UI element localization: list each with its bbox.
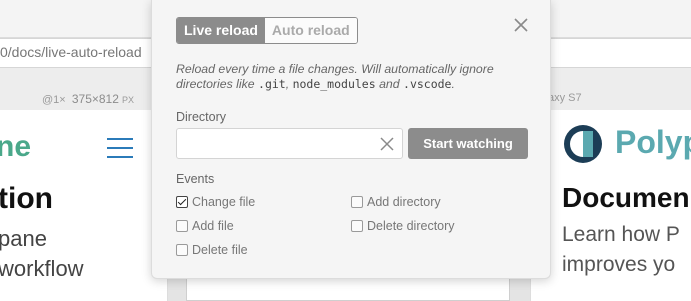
clear-input-icon[interactable] [380,137,394,151]
right-preview-subtitle-line: Learn how P [562,223,680,246]
close-icon[interactable] [512,16,530,34]
left-device-dimensions[interactable]: 375×812 [72,92,119,106]
left-preview-logo[interactable]: ne [0,130,31,164]
right-preview-subtitle-line: improves yo [562,253,676,276]
directory-input[interactable] [177,129,372,158]
events-label: Events [176,172,215,186]
address-bar-url[interactable]: 0/docs/live-auto-reload [0,44,142,60]
right-device-name-label[interactable]: axy S7 [548,92,582,104]
description-separator: , [285,77,293,91]
event-change-file[interactable]: Change file [176,195,255,209]
directory-label: Directory [176,110,227,124]
directory-field [176,128,403,159]
event-label: Change file [192,195,256,209]
left-preview-subtitle: pane workflow [0,224,84,284]
live-reload-description: Reload every time a file changes. Will a… [176,62,528,92]
event-delete-directory[interactable]: Delete directory [351,219,455,233]
reload-mode-toggle: Live reload Auto reload [176,17,358,44]
event-label: Add file [192,219,234,233]
event-add-file[interactable]: Add file [176,219,234,233]
left-preview-subtitle-line: pane [0,226,47,251]
event-label: Add directory [367,195,441,209]
polypane-logo-icon[interactable] [564,125,602,163]
checkbox[interactable] [176,244,188,256]
left-preview-subtitle-line: workflow [0,256,84,281]
left-device-unit: PX [121,95,134,105]
code-node-modules: node_modules [292,77,376,91]
right-device-preview: Polyp Documen Learn how P improves yo [530,110,691,301]
left-device-size-label: @1× 375×812 PX [42,92,134,106]
event-delete-file[interactable]: Delete file [176,243,248,257]
description-and: and [375,77,404,91]
left-device-zoom[interactable]: @1× [42,94,66,106]
right-preview-subtitle: Learn how P improves yo [562,220,680,280]
start-watching-button[interactable]: Start watching [408,128,528,159]
hamburger-menu-icon[interactable] [107,138,133,158]
code-git: .git [258,77,286,91]
description-end: . [451,77,455,91]
right-preview-logo-text[interactable]: Polyp [615,124,691,161]
left-preview-heading: tion [0,182,53,215]
live-reload-panel: Live reload Auto reload Reload every tim… [151,0,551,279]
live-reload-tab[interactable]: Live reload [177,18,265,43]
right-preview-heading: Documen [562,182,690,213]
event-label: Delete directory [367,219,455,233]
left-device-preview: ne tion pane workflow [0,110,168,301]
auto-reload-tab[interactable]: Auto reload [264,18,357,43]
checkbox[interactable] [351,196,363,208]
checkbox[interactable] [351,220,363,232]
event-add-directory[interactable]: Add directory [351,195,441,209]
event-label: Delete file [192,243,248,257]
checkbox[interactable] [176,220,188,232]
code-vscode: .vscode [403,77,452,91]
checkbox-check-icon[interactable] [176,196,188,208]
